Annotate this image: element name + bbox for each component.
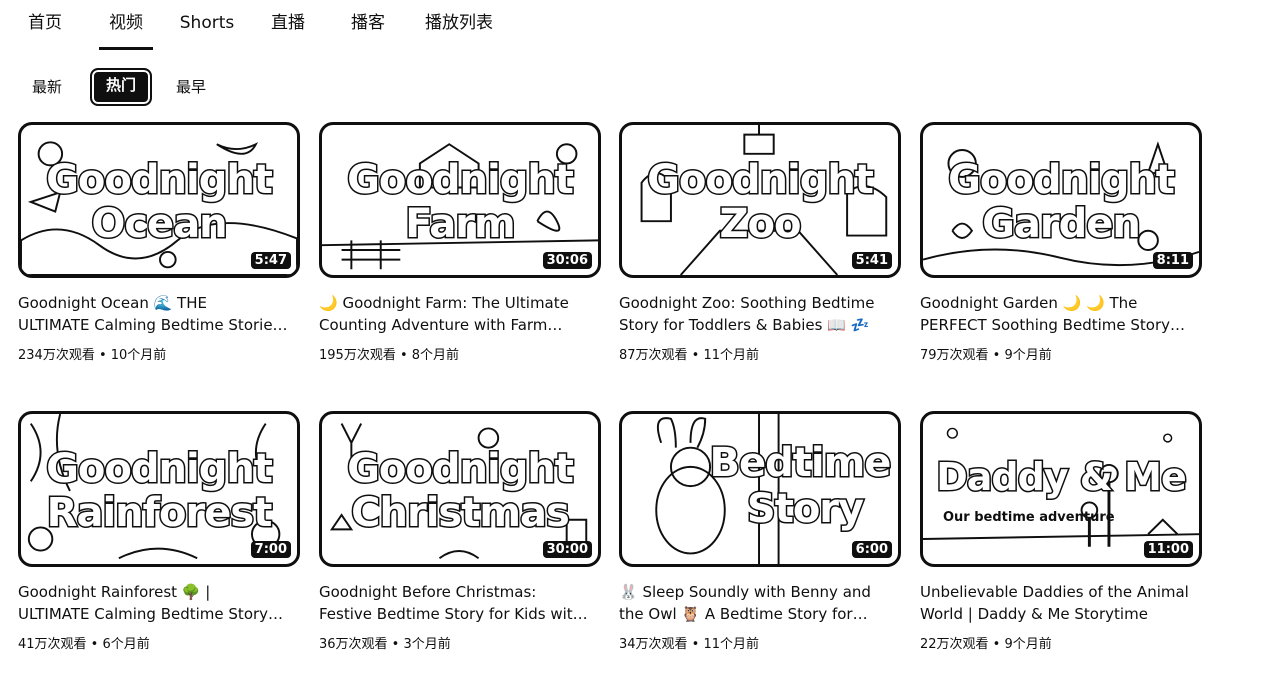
video-title-line1: Goodnight Rainforest 🌳 |: [18, 583, 211, 601]
video-thumbnail[interactable]: Goodnight Farm 30:06: [319, 122, 601, 278]
video-title-line2: PERFECT Soothing Bedtime Story…: [920, 316, 1186, 334]
channel-tabs: 首页 视频 Shorts 直播 播客 播放列表: [0, 0, 1280, 50]
video-card[interactable]: Bedtime Story 6:00 🐰 Sleep Soundly with …: [619, 411, 903, 661]
video-title-line2: World | Daddy & Me Storytime: [920, 605, 1148, 623]
video-thumbnail[interactable]: Goodnight Christmas 30:00: [319, 411, 601, 567]
thumbnail-title-line1: Goodnight: [45, 446, 275, 492]
video-title-line2: ULTIMATE Calming Bedtime Story…: [18, 605, 284, 623]
thumbnail-title-line1: Bedtime: [708, 440, 893, 486]
video-title[interactable]: Goodnight Ocean 🌊 THE ULTIMATE Calming B…: [18, 292, 288, 336]
video-thumbnail[interactable]: Bedtime Story 6:00: [619, 411, 901, 567]
video-title-line2: ULTIMATE Calming Bedtime Storie…: [18, 316, 288, 334]
view-count: 234万次观看: [18, 348, 95, 363]
thumbnail-title-line1: Goodnight: [947, 157, 1177, 203]
tab-podcasts[interactable]: 播客: [348, 10, 388, 50]
thumbnail-title-line1: Daddy & Me: [935, 455, 1189, 500]
thumbnail-title-line1: Goodnight: [346, 446, 576, 492]
video-title[interactable]: Goodnight Garden 🌙 🌙 The PERFECT Soothin…: [920, 292, 1190, 336]
duration-badge: 5:47: [250, 252, 291, 269]
video-title-line2: Festive Bedtime Story for Kids wit…: [319, 605, 588, 623]
view-count: 41万次观看: [18, 637, 87, 652]
duration-badge: 11:00: [1143, 541, 1193, 558]
upload-age: 8个月前: [411, 348, 460, 363]
thumbnail-subtitle: Our bedtime adventure: [943, 510, 1115, 525]
video-title-line1: Goodnight Before Christmas:: [319, 583, 537, 601]
video-card[interactable]: Goodnight Ocean 5:47 Goodnight Ocean 🌊 T…: [18, 122, 302, 372]
duration-badge: 7:00: [250, 541, 291, 558]
view-count: 195万次观看: [319, 348, 396, 363]
duration-badge: 30:06: [542, 252, 592, 269]
thumbnail-title-line1: Goodnight: [346, 157, 576, 203]
video-meta: 234万次观看 • 10个月前: [18, 348, 167, 363]
thumbnail-title-line2: Rainforest: [45, 490, 274, 536]
chip-oldest[interactable]: 最早: [172, 70, 210, 104]
thumbnail-title-line2: Ocean: [90, 201, 229, 247]
sort-chips: 最新 热门 最早: [0, 68, 600, 108]
duration-badge: 30:00: [542, 541, 592, 558]
video-title-line1: Unbelievable Daddies of the Animal: [920, 583, 1189, 601]
video-card[interactable]: Goodnight Farm 30:06 🌙 Goodnight Farm: T…: [319, 122, 603, 372]
tab-videos[interactable]: 视频: [99, 10, 153, 50]
chip-latest[interactable]: 最新: [28, 70, 66, 104]
video-title-line1: Goodnight Ocean 🌊 THE: [18, 294, 207, 312]
video-title-line2: Counting Adventure with Farm…: [319, 316, 563, 334]
thumbnail-title-line2: Garden: [981, 201, 1143, 247]
tab-shorts[interactable]: Shorts: [178, 10, 236, 50]
tab-live[interactable]: 直播: [268, 10, 308, 50]
video-meta: 34万次观看 • 11个月前: [619, 637, 760, 652]
video-title-line1: 🌙 Goodnight Farm: The Ultimate: [319, 294, 569, 312]
view-count: 87万次观看: [619, 348, 688, 363]
video-title-line1: Goodnight Garden 🌙 🌙 The: [920, 294, 1138, 312]
thumbnail-title-line2: Farm: [404, 201, 517, 247]
view-count: 36万次观看: [319, 637, 388, 652]
video-thumbnail[interactable]: Goodnight Ocean 5:47: [18, 122, 300, 278]
thumbnail-title-line1: Goodnight: [45, 157, 275, 203]
video-meta: 79万次观看 • 9个月前: [920, 348, 1052, 363]
video-title-line2: the Owl 🦉 A Bedtime Story for…: [619, 605, 868, 623]
video-meta: 87万次观看 • 11个月前: [619, 348, 760, 363]
video-meta: 22万次观看 • 9个月前: [920, 637, 1052, 652]
video-title[interactable]: 🌙 Goodnight Farm: The Ultimate Counting …: [319, 292, 589, 336]
upload-age: 9个月前: [1004, 348, 1052, 363]
upload-age: 6个月前: [102, 637, 150, 652]
upload-age: 10个月前: [110, 348, 167, 363]
video-thumbnail[interactable]: Daddy & Me Our bedtime adventure 11:00: [920, 411, 1202, 567]
video-title[interactable]: 🐰 Sleep Soundly with Benny and the Owl 🦉…: [619, 581, 889, 625]
video-card[interactable]: Goodnight Rainforest 7:00 Goodnight Rain…: [18, 411, 302, 661]
chip-popular[interactable]: 热门: [90, 68, 152, 106]
thumbnail-title-line2: Story: [745, 486, 865, 532]
duration-badge: 6:00: [851, 541, 892, 558]
video-title-line2: Story for Toddlers & Babies 📖 💤: [619, 316, 870, 334]
video-title[interactable]: Goodnight Zoo: Soothing Bedtime Story fo…: [619, 292, 889, 336]
view-count: 22万次观看: [920, 637, 989, 652]
video-meta: 41万次观看 • 6个月前: [18, 637, 150, 652]
duration-badge: 5:41: [851, 252, 892, 269]
video-card[interactable]: Goodnight Christmas 30:00 Goodnight Befo…: [319, 411, 603, 661]
video-card[interactable]: Goodnight Garden 8:11 Goodnight Garden 🌙…: [920, 122, 1204, 372]
video-thumbnail[interactable]: Goodnight Garden 8:11: [920, 122, 1202, 278]
video-title[interactable]: Unbelievable Daddies of the Animal World…: [920, 581, 1190, 625]
upload-age: 9个月前: [1004, 637, 1052, 652]
thumbnail-title-line1: Goodnight: [646, 157, 876, 203]
view-count: 34万次观看: [619, 637, 688, 652]
tab-home[interactable]: 首页: [26, 10, 64, 50]
thumbnail-title-line2: Zoo: [718, 201, 803, 247]
view-count: 79万次观看: [920, 348, 989, 363]
video-title[interactable]: Goodnight Rainforest 🌳 | ULTIMATE Calmin…: [18, 581, 288, 625]
video-thumbnail[interactable]: Goodnight Zoo 5:41: [619, 122, 901, 278]
video-title[interactable]: Goodnight Before Christmas: Festive Bedt…: [319, 581, 589, 625]
video-title-line1: 🐰 Sleep Soundly with Benny and: [619, 583, 871, 601]
video-thumbnail[interactable]: Goodnight Rainforest 7:00: [18, 411, 300, 567]
video-card[interactable]: Goodnight Zoo 5:41 Goodnight Zoo: Soothi…: [619, 122, 903, 372]
video-card[interactable]: Daddy & Me Our bedtime adventure 11:00 U…: [920, 411, 1204, 661]
tab-playlists[interactable]: 播放列表: [421, 10, 497, 50]
video-meta: 195万次观看 • 8个月前: [319, 348, 460, 363]
thumbnail-title-line2: Christmas: [350, 490, 572, 536]
video-title-line1: Goodnight Zoo: Soothing Bedtime: [619, 294, 875, 312]
duration-badge: 8:11: [1152, 252, 1193, 269]
upload-age: 3个月前: [403, 637, 451, 652]
upload-age: 11个月前: [703, 637, 760, 652]
upload-age: 11个月前: [703, 348, 760, 363]
video-meta: 36万次观看 • 3个月前: [319, 637, 451, 652]
